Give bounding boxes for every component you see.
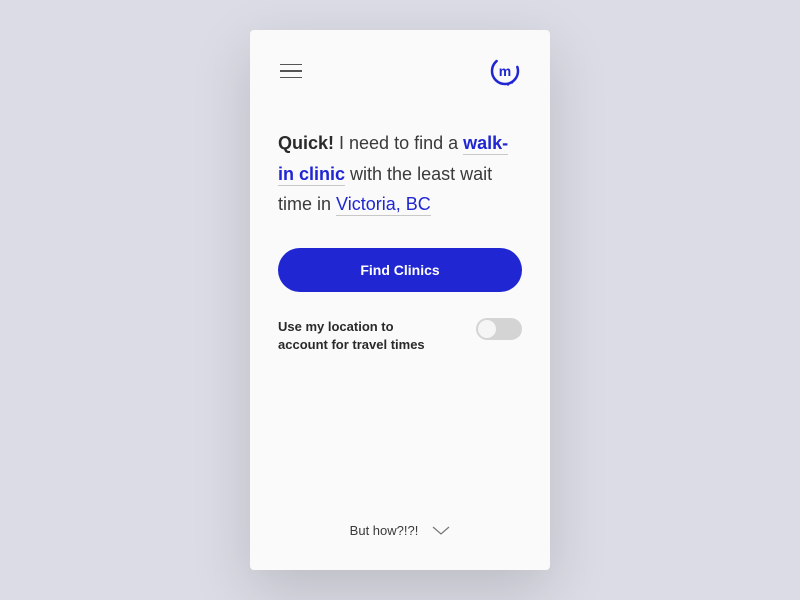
location-toggle[interactable] — [476, 318, 522, 340]
footer-hint[interactable]: But how?!?! — [278, 523, 522, 546]
app-logo[interactable]: m — [488, 54, 522, 88]
menu-icon[interactable] — [278, 62, 304, 81]
search-prompt: Quick! I need to find a walk-in clinic w… — [278, 128, 522, 220]
location-selector[interactable]: Victoria, BC — [336, 194, 431, 216]
prompt-text: I need to find a — [334, 133, 463, 153]
chevron-down-icon — [432, 526, 450, 536]
app-screen: m Quick! I need to find a walk-in clinic… — [250, 30, 550, 570]
header: m — [278, 54, 522, 88]
toggle-label: Use my location to account for travel ti… — [278, 318, 428, 354]
find-clinics-button[interactable]: Find Clinics — [278, 248, 522, 292]
location-toggle-row: Use my location to account for travel ti… — [278, 318, 522, 354]
toggle-knob — [478, 320, 496, 338]
footer-text: But how?!?! — [350, 523, 419, 538]
prompt-emphasis: Quick! — [278, 133, 334, 153]
svg-text:m: m — [499, 63, 511, 79]
